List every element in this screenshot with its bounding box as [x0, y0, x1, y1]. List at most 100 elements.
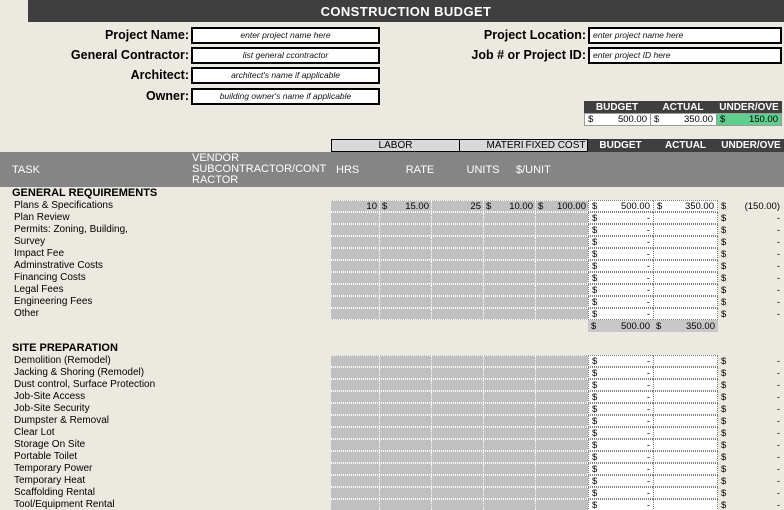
cell-fixed-cost[interactable] — [536, 416, 588, 426]
cell-budget[interactable]: $ - — [588, 463, 653, 475]
cell-rate[interactable] — [380, 500, 432, 510]
cell-per-unit[interactable] — [484, 380, 536, 390]
cell-units[interactable] — [432, 237, 484, 247]
cell-actual[interactable] — [653, 296, 718, 308]
cell-fixed-cost[interactable] — [536, 488, 588, 498]
cell-hrs[interactable] — [331, 440, 380, 450]
cell-fixed-cost[interactable] — [536, 297, 588, 307]
cell-fixed-cost[interactable] — [536, 452, 588, 462]
cell-fixed-cost[interactable] — [536, 356, 588, 366]
field-input-right-0[interactable]: enter project name here — [588, 27, 782, 44]
cell-per-unit[interactable] — [484, 249, 536, 259]
cell-fixed-cost[interactable] — [536, 213, 588, 223]
cell-actual[interactable] — [653, 236, 718, 248]
cell-hrs[interactable] — [331, 261, 380, 271]
cell-fixed-cost[interactable] — [536, 249, 588, 259]
cell-units[interactable] — [432, 380, 484, 390]
cell-rate[interactable] — [380, 416, 432, 426]
cell-units[interactable] — [432, 249, 484, 259]
cell-actual[interactable] — [653, 284, 718, 296]
cell-actual[interactable] — [653, 272, 718, 284]
cell-per-unit[interactable] — [484, 297, 536, 307]
field-input-right-1[interactable]: enter project ID here — [588, 47, 782, 64]
cell-units[interactable] — [432, 309, 484, 319]
cell-per-unit[interactable] — [484, 368, 536, 378]
cell-budget[interactable]: $ - — [588, 391, 653, 403]
cell-rate[interactable] — [380, 273, 432, 283]
cell-rate[interactable] — [380, 356, 432, 366]
cell-actual[interactable] — [653, 427, 718, 439]
cell-hrs[interactable] — [331, 309, 380, 319]
cell-budget[interactable]: $ - — [588, 308, 653, 320]
cell-units[interactable] — [432, 464, 484, 474]
cell-per-unit[interactable] — [484, 440, 536, 450]
cell-budget[interactable]: $ - — [588, 367, 653, 379]
cell-fixed-cost[interactable] — [536, 225, 588, 235]
cell-rate[interactable] — [380, 297, 432, 307]
cell-actual[interactable] — [653, 224, 718, 236]
cell-rate[interactable] — [380, 261, 432, 271]
cell-rate[interactable] — [380, 452, 432, 462]
cell-per-unit[interactable] — [484, 261, 536, 271]
cell-units[interactable] — [432, 392, 484, 402]
cell-units[interactable] — [432, 213, 484, 223]
cell-hrs[interactable] — [331, 476, 380, 486]
cell-units[interactable] — [432, 440, 484, 450]
cell-rate[interactable] — [380, 392, 432, 402]
cell-rate[interactable] — [380, 237, 432, 247]
cell-hrs[interactable] — [331, 213, 380, 223]
cell-fixed-cost[interactable] — [536, 309, 588, 319]
cell-hrs[interactable] — [331, 380, 380, 390]
cell-fixed-cost[interactable] — [536, 500, 588, 510]
cell-units[interactable] — [432, 225, 484, 235]
cell-hrs[interactable] — [331, 392, 380, 402]
cell-actual[interactable] — [653, 308, 718, 320]
cell-units[interactable] — [432, 404, 484, 414]
cell-actual[interactable] — [653, 367, 718, 379]
cell-units[interactable] — [432, 368, 484, 378]
cell-hrs[interactable] — [331, 237, 380, 247]
cell-budget[interactable]: $ - — [588, 451, 653, 463]
cell-rate[interactable]: $15.00 — [380, 201, 432, 211]
cell-units[interactable] — [432, 261, 484, 271]
cell-actual[interactable] — [653, 260, 718, 272]
cell-per-unit[interactable] — [484, 464, 536, 474]
cell-fixed-cost[interactable] — [536, 273, 588, 283]
cell-hrs[interactable] — [331, 416, 380, 426]
cell-budget[interactable]: $ - — [588, 296, 653, 308]
cell-actual[interactable] — [653, 248, 718, 260]
cell-rate[interactable] — [380, 464, 432, 474]
cell-hrs[interactable] — [331, 488, 380, 498]
cell-per-unit[interactable] — [484, 488, 536, 498]
cell-budget[interactable]: $ - — [588, 427, 653, 439]
cell-budget[interactable]: $ - — [588, 260, 653, 272]
cell-units[interactable]: 25 — [432, 201, 484, 211]
cell-budget[interactable]: $ - — [588, 248, 653, 260]
cell-rate[interactable] — [380, 380, 432, 390]
cell-units[interactable] — [432, 356, 484, 366]
cell-fixed-cost[interactable] — [536, 464, 588, 474]
cell-budget[interactable]: $ - — [588, 379, 653, 391]
cell-rate[interactable] — [380, 428, 432, 438]
cell-rate[interactable] — [380, 309, 432, 319]
cell-rate[interactable] — [380, 225, 432, 235]
cell-budget[interactable]: $ - — [588, 487, 653, 499]
cell-hrs[interactable]: 10 — [331, 201, 380, 211]
cell-per-unit[interactable] — [484, 476, 536, 486]
cell-rate[interactable] — [380, 488, 432, 498]
cell-hrs[interactable] — [331, 428, 380, 438]
cell-hrs[interactable] — [331, 225, 380, 235]
cell-units[interactable] — [432, 452, 484, 462]
cell-per-unit[interactable] — [484, 404, 536, 414]
cell-per-unit[interactable] — [484, 309, 536, 319]
cell-actual[interactable] — [653, 212, 718, 224]
cell-units[interactable] — [432, 297, 484, 307]
cell-hrs[interactable] — [331, 273, 380, 283]
cell-rate[interactable] — [380, 213, 432, 223]
cell-budget[interactable]: $ - — [588, 212, 653, 224]
cell-per-unit[interactable] — [484, 237, 536, 247]
cell-budget[interactable]: $ - — [588, 284, 653, 296]
cell-hrs[interactable] — [331, 356, 380, 366]
cell-per-unit[interactable] — [484, 500, 536, 510]
cell-hrs[interactable] — [331, 404, 380, 414]
